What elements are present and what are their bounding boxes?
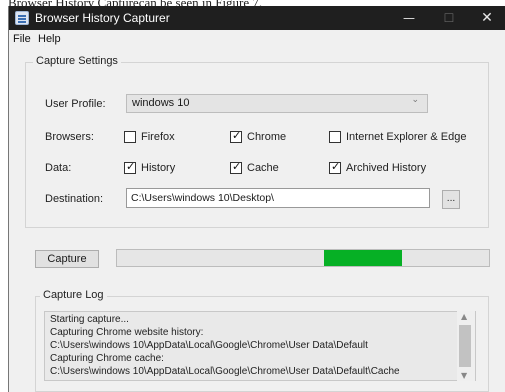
chrome-label[interactable]: Chrome [247,131,286,143]
chevron-down-icon: ⌄ [411,95,419,105]
scroll-thumb[interactable] [459,325,471,367]
user-profile-value: windows 10 [132,97,190,109]
archived-history-checkbox[interactable]: ✓ [329,160,341,174]
log-line: Capturing Chrome website history: [50,327,204,338]
destination-value: C:\Users\windows 10\Desktop\ [131,192,274,204]
destination-label: Destination: [45,193,104,205]
maximize-button[interactable]: ☐ [429,6,469,30]
chrome-checkbox[interactable]: ✓ [230,129,242,143]
archived-history-label[interactable]: Archived History [346,162,426,174]
log-line: Capturing Chrome cache: [50,353,164,364]
minimize-button[interactable]: — [389,6,429,30]
history-checkbox[interactable]: ✓ [124,160,136,174]
window-title: Browser History Capturer [35,11,170,25]
check-icon: ✓ [126,160,136,173]
capture-settings-legend: Capture Settings [33,55,121,67]
cache-checkbox[interactable]: ✓ [230,160,242,174]
menu-help[interactable]: Help [38,33,61,45]
cache-label[interactable]: Cache [247,162,279,174]
history-label[interactable]: History [141,162,175,174]
user-profile-select[interactable]: windows 10 ⌄ [126,94,428,113]
log-line: C:\Users\windows 10\AppData\Local\Google… [50,340,368,351]
user-profile-label: User Profile: [45,98,106,110]
capture-log-legend: Capture Log [40,289,107,301]
capture-progress-bar [116,249,490,267]
title-bar[interactable]: Browser History Capturer — ☐ ✕ [9,6,505,30]
browse-button[interactable]: ... [442,190,460,209]
log-line: C:\Users\windows 10\AppData\Local\Google… [50,366,400,377]
ie-edge-label[interactable]: Internet Explorer & Edge [346,131,466,143]
scroll-up-icon[interactable]: ▲ [461,312,467,321]
check-icon: ✓ [331,160,341,173]
menu-file[interactable]: File [13,33,31,45]
firefox-checkbox[interactable] [124,131,136,143]
scroll-down-icon[interactable]: ▼ [461,371,467,380]
browsers-label: Browsers: [45,131,94,143]
ie-edge-checkbox[interactable] [329,131,341,143]
app-icon [15,11,29,25]
progress-fill [324,250,402,266]
capture-button[interactable]: Capture [35,250,99,268]
firefox-label[interactable]: Firefox [141,131,175,143]
log-line: Starting capture... [50,314,129,325]
close-button[interactable]: ✕ [467,6,505,30]
check-icon: ✓ [232,160,242,173]
check-icon: ✓ [232,129,242,142]
menu-bar: File Help [9,30,505,49]
capture-log-textbox[interactable]: Starting capture... Capturing Chrome web… [44,311,476,381]
log-scrollbar[interactable]: ▲ ▼ [457,311,475,381]
data-label: Data: [45,162,72,174]
destination-input[interactable]: C:\Users\windows 10\Desktop\ [126,188,430,208]
